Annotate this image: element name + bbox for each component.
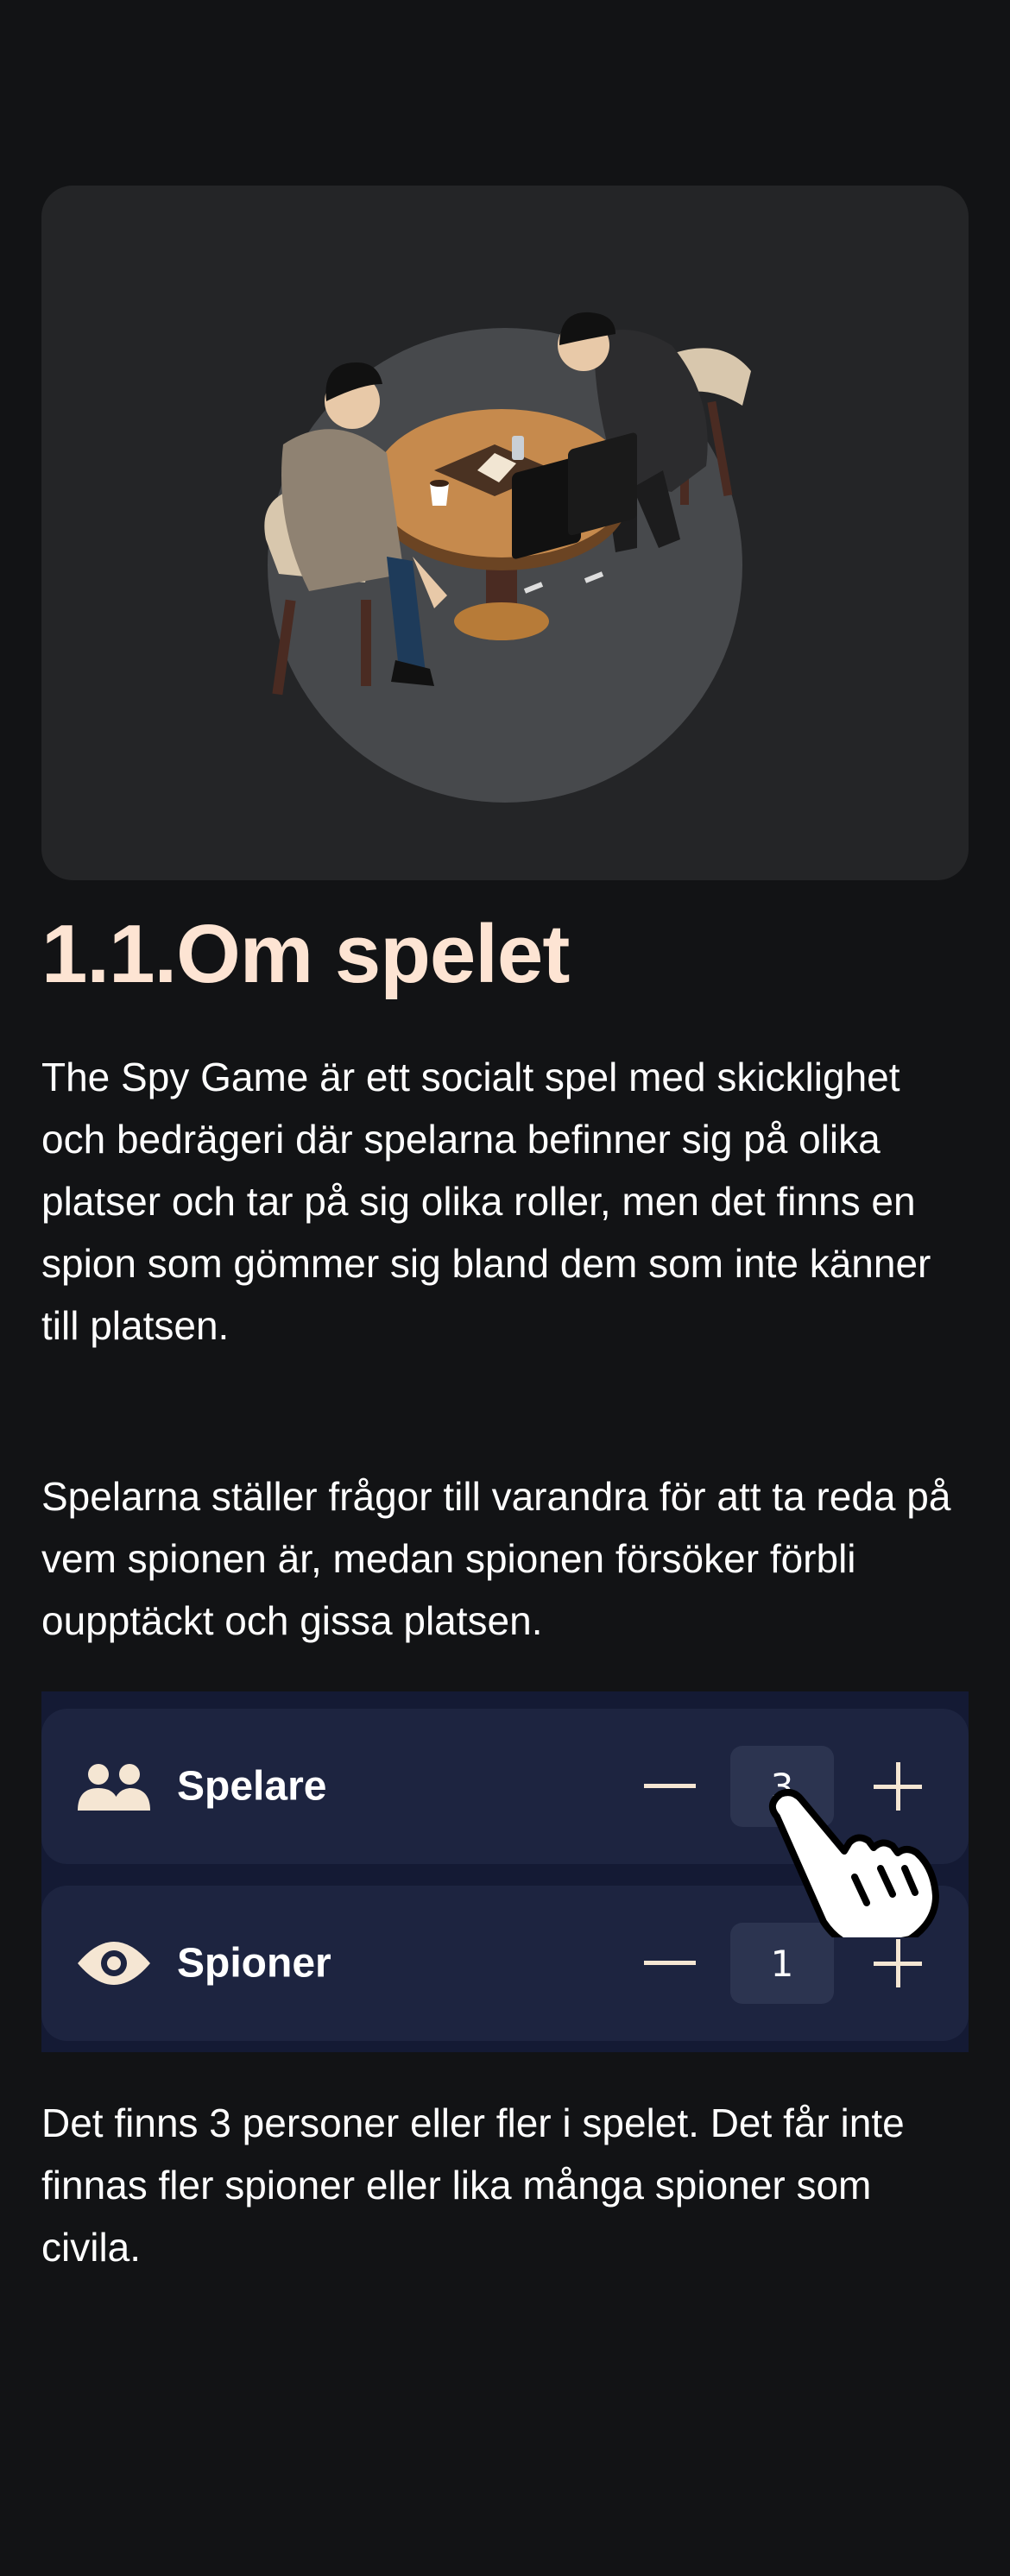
spies-label: Spioner: [177, 1940, 331, 1987]
hero-illustration: [41, 186, 969, 880]
players-label: Spelare: [177, 1763, 327, 1810]
players-decrement-button[interactable]: [635, 1752, 704, 1821]
eye-icon: [78, 1942, 150, 1985]
spies-decrement-button[interactable]: [635, 1929, 704, 1998]
page-title: 1.1.Om spelet: [41, 908, 570, 1000]
page: 1.1.Om spelet The Spy Game är ett social…: [0, 0, 1010, 2576]
people-icon: [78, 1764, 150, 1811]
spies-at-table-illustration: [264, 312, 751, 803]
spies-increment-button[interactable]: [863, 1929, 932, 1998]
rules-paragraph: Det finns 3 personer eller fler i spelet…: [41, 2100, 905, 2270]
minus-icon: [644, 1784, 696, 1788]
questions-paragraph: Spelarna ställer frågor till varandra fö…: [41, 1474, 951, 1643]
pointing-hand-cursor-icon: [768, 1789, 939, 1937]
plus-icon: [874, 1939, 922, 1987]
intro-paragraph: The Spy Game är ett socialt spel med ski…: [41, 1055, 931, 1348]
minus-icon: [644, 1961, 696, 1965]
